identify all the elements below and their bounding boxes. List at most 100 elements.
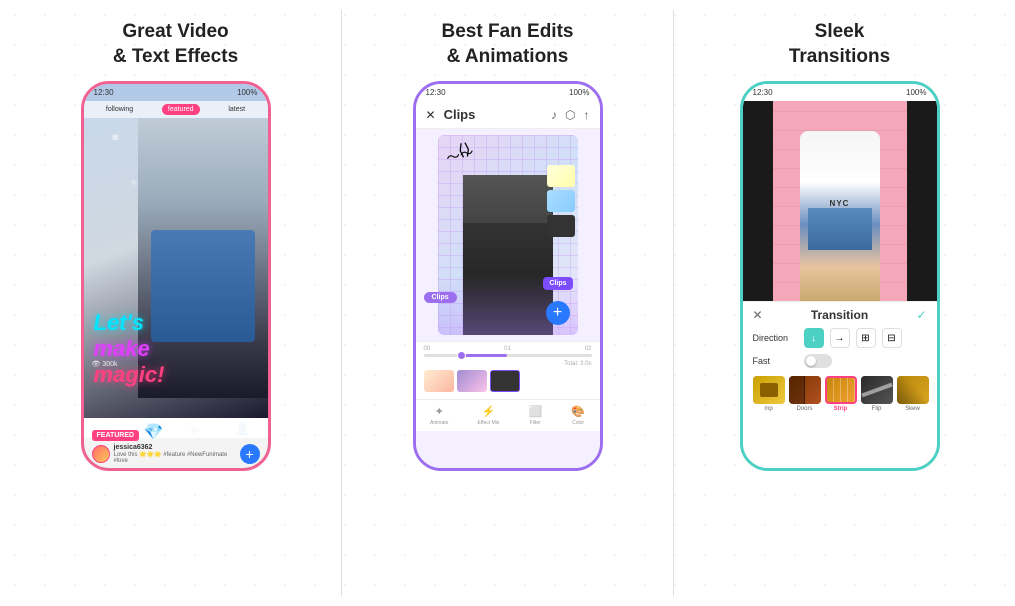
main-container: Great Video & Text Effects 12:30 100% fo… <box>0 0 1015 606</box>
phone3-girl-silhouette: NYC <box>800 131 880 301</box>
phone2-timeline-thumb[interactable] <box>457 351 466 360</box>
phone2-clip-thumb-2[interactable] <box>457 370 487 392</box>
share-icon[interactable]: ↑ <box>584 108 590 122</box>
music-icon[interactable]: ♪ <box>551 108 557 122</box>
thumb-skew-img <box>897 376 929 404</box>
direction-grid-button[interactable]: ⊞ <box>856 328 876 348</box>
phone2-add-button[interactable]: + <box>546 301 570 325</box>
phone1-username: jessica6362 <box>114 444 240 451</box>
thumb-flip-label: Flip <box>872 406 882 412</box>
phone2-header-icons: ♪ ⬡ ↑ <box>551 108 589 122</box>
phone1-nav-following[interactable]: following <box>100 104 139 115</box>
column-2-title: Best Fan Edits & Animations <box>442 10 574 69</box>
transition-thumb-doors[interactable]: Doors <box>789 376 821 412</box>
transition-thumb-flip[interactable]: Flip <box>861 376 893 412</box>
phone3-video-right-bar <box>907 101 937 301</box>
col3-title-line2: Transitions <box>789 46 890 67</box>
phone3-screen: 12:30 100% NYC <box>743 84 937 468</box>
phone1-featured-badge: FEATURED <box>92 430 140 441</box>
divider-1 <box>341 10 342 596</box>
phone1-add-button[interactable]: + <box>240 444 260 464</box>
phone2-canvas-container: 〜〜 ⟨⟩ YOU'RE BEAUTIFUL ✋ <box>416 135 600 335</box>
phone3-time: 12:30 <box>753 88 773 97</box>
phone2-thumb-item-3 <box>547 215 575 237</box>
phone1-magic-text: magic! <box>94 362 165 388</box>
column-fan-edits: Best Fan Edits & Animations 12:30 100% ✕… <box>352 10 663 471</box>
phone-mockup-1: 12:30 100% following featured latest ❄ ✦… <box>81 81 271 471</box>
column-video-effects: Great Video & Text Effects 12:30 100% fo… <box>20 10 331 471</box>
column-1-title: Great Video & Text Effects <box>113 10 238 69</box>
thumb-doors-img <box>789 376 821 404</box>
toggle-knob <box>806 356 816 366</box>
phone3-battery: 100% <box>906 88 926 97</box>
phone2-timeline-bar[interactable] <box>424 354 592 357</box>
phone2-timeline-markers: 000102 <box>424 346 592 352</box>
phone2-clips-title: Clips <box>444 107 543 122</box>
phone1-text-overlay: Let's make magic! <box>94 310 165 388</box>
phone2-timeline: 000102 Total: 3.0s <box>416 341 600 399</box>
transition-thumb-mp[interactable]: mp <box>753 376 785 412</box>
thumb-skew-label: Skew <box>905 406 920 412</box>
direction-right-button[interactable]: → <box>830 328 850 348</box>
phone2-canvas: 〜〜 ⟨⟩ YOU'RE BEAUTIFUL ✋ <box>438 135 578 335</box>
title-line1: Great Video <box>122 21 228 42</box>
phone3-pink-background: NYC <box>773 101 907 301</box>
direction-other-button[interactable]: ⊟ <box>882 328 902 348</box>
phone2-clips-tab[interactable]: Clips <box>424 292 457 303</box>
phone1-battery: 100% <box>237 88 257 97</box>
phone1-nav-featured[interactable]: featured <box>162 104 200 115</box>
thumb-doors-label: Doors <box>796 406 812 412</box>
phone2-nav-animate[interactable]: ✦ Animate <box>430 405 448 426</box>
phone3-video-area: NYC <box>743 101 937 301</box>
phone3-status-bar: 12:30 100% <box>743 84 937 101</box>
phone2-time: 12:30 <box>426 88 446 97</box>
phone2-close-icon[interactable]: ✕ <box>426 108 436 122</box>
phone3-transition-thumbnails: mp Doors <box>753 376 927 412</box>
phone2-nav-filter[interactable]: ⬜ Filter <box>528 405 542 426</box>
phone1-status-bar: 12:30 100% <box>84 84 268 101</box>
transition-thumb-strip[interactable]: Strip <box>825 376 857 412</box>
phone2-status-bar: 12:30 100% <box>416 84 600 101</box>
phone1-nav-bar[interactable]: following featured latest <box>84 101 268 118</box>
phone1-lets-text: Let's <box>94 310 144 335</box>
effect-mix-label: Effect Mix <box>477 420 499 426</box>
animate-label: Animate <box>430 420 448 426</box>
title-line2: & Text Effects <box>113 46 238 67</box>
phone-mockup-2: 12:30 100% ✕ Clips ♪ ⬡ ↑ <box>413 81 603 471</box>
panel-close-icon[interactable]: ✕ <box>753 308 763 322</box>
phone2-nav-color[interactable]: 🎨 Color <box>571 405 585 426</box>
fast-toggle[interactable] <box>804 354 832 368</box>
panel-title: Transition <box>811 308 868 322</box>
thumb-mp-img <box>753 376 785 404</box>
phone1-screen: 12:30 100% following featured latest ❄ ✦… <box>84 84 268 468</box>
phone1-nav-latest[interactable]: latest <box>222 104 251 115</box>
filter-icon: ⬜ <box>528 405 542 418</box>
col2-title-line2: & Animations <box>447 46 569 67</box>
direction-label: Direction <box>753 333 798 343</box>
thumb-strip-img <box>825 376 857 404</box>
col2-title-line1: Best Fan Edits <box>442 21 574 42</box>
phone-mockup-3: 12:30 100% NYC <box>740 81 940 471</box>
animate-icon: ✦ <box>435 405 444 418</box>
phone3-transition-panel: ✕ Transition ✓ Direction ↓ → ⊞ ⊟ Fas <box>743 301 937 418</box>
phone2-girl-figure <box>463 175 553 335</box>
direction-down-button[interactable]: ↓ <box>804 328 824 348</box>
phone2-clip-thumb-3[interactable] <box>490 370 520 392</box>
layers-icon[interactable]: ⬡ <box>565 108 575 122</box>
phone2-nav-effect-mix[interactable]: ⚡ Effect Mix <box>477 405 499 426</box>
divider-2 <box>673 10 674 596</box>
phone2-screen: 12:30 100% ✕ Clips ♪ ⬡ ↑ <box>416 84 600 468</box>
phone1-user-info: jessica6362 Love this 🌟🌟🌟 #feature #NewF… <box>114 444 240 464</box>
phone3-fast-row: Fast <box>753 354 927 368</box>
panel-check-icon[interactable]: ✓ <box>916 308 926 322</box>
phone1-time: 12:30 <box>94 88 114 97</box>
transition-thumb-skew[interactable]: Skew <box>897 376 929 412</box>
phone2-thumb-item-1 <box>547 165 575 187</box>
phone1-user-row: jessica6362 Love this 🌟🌟🌟 #feature #NewF… <box>92 444 260 464</box>
color-icon: 🎨 <box>571 405 585 418</box>
phone2-clip-thumb-1[interactable] <box>424 370 454 392</box>
thumb-mp-label: mp <box>764 406 772 412</box>
thumb-strip-label: Strip <box>834 406 848 412</box>
phone1-content: ❄ ✦ ❄ ✧ ❄ ✦ Let's make <box>84 118 268 418</box>
phone3-direction-row: Direction ↓ → ⊞ ⊟ <box>753 328 927 348</box>
